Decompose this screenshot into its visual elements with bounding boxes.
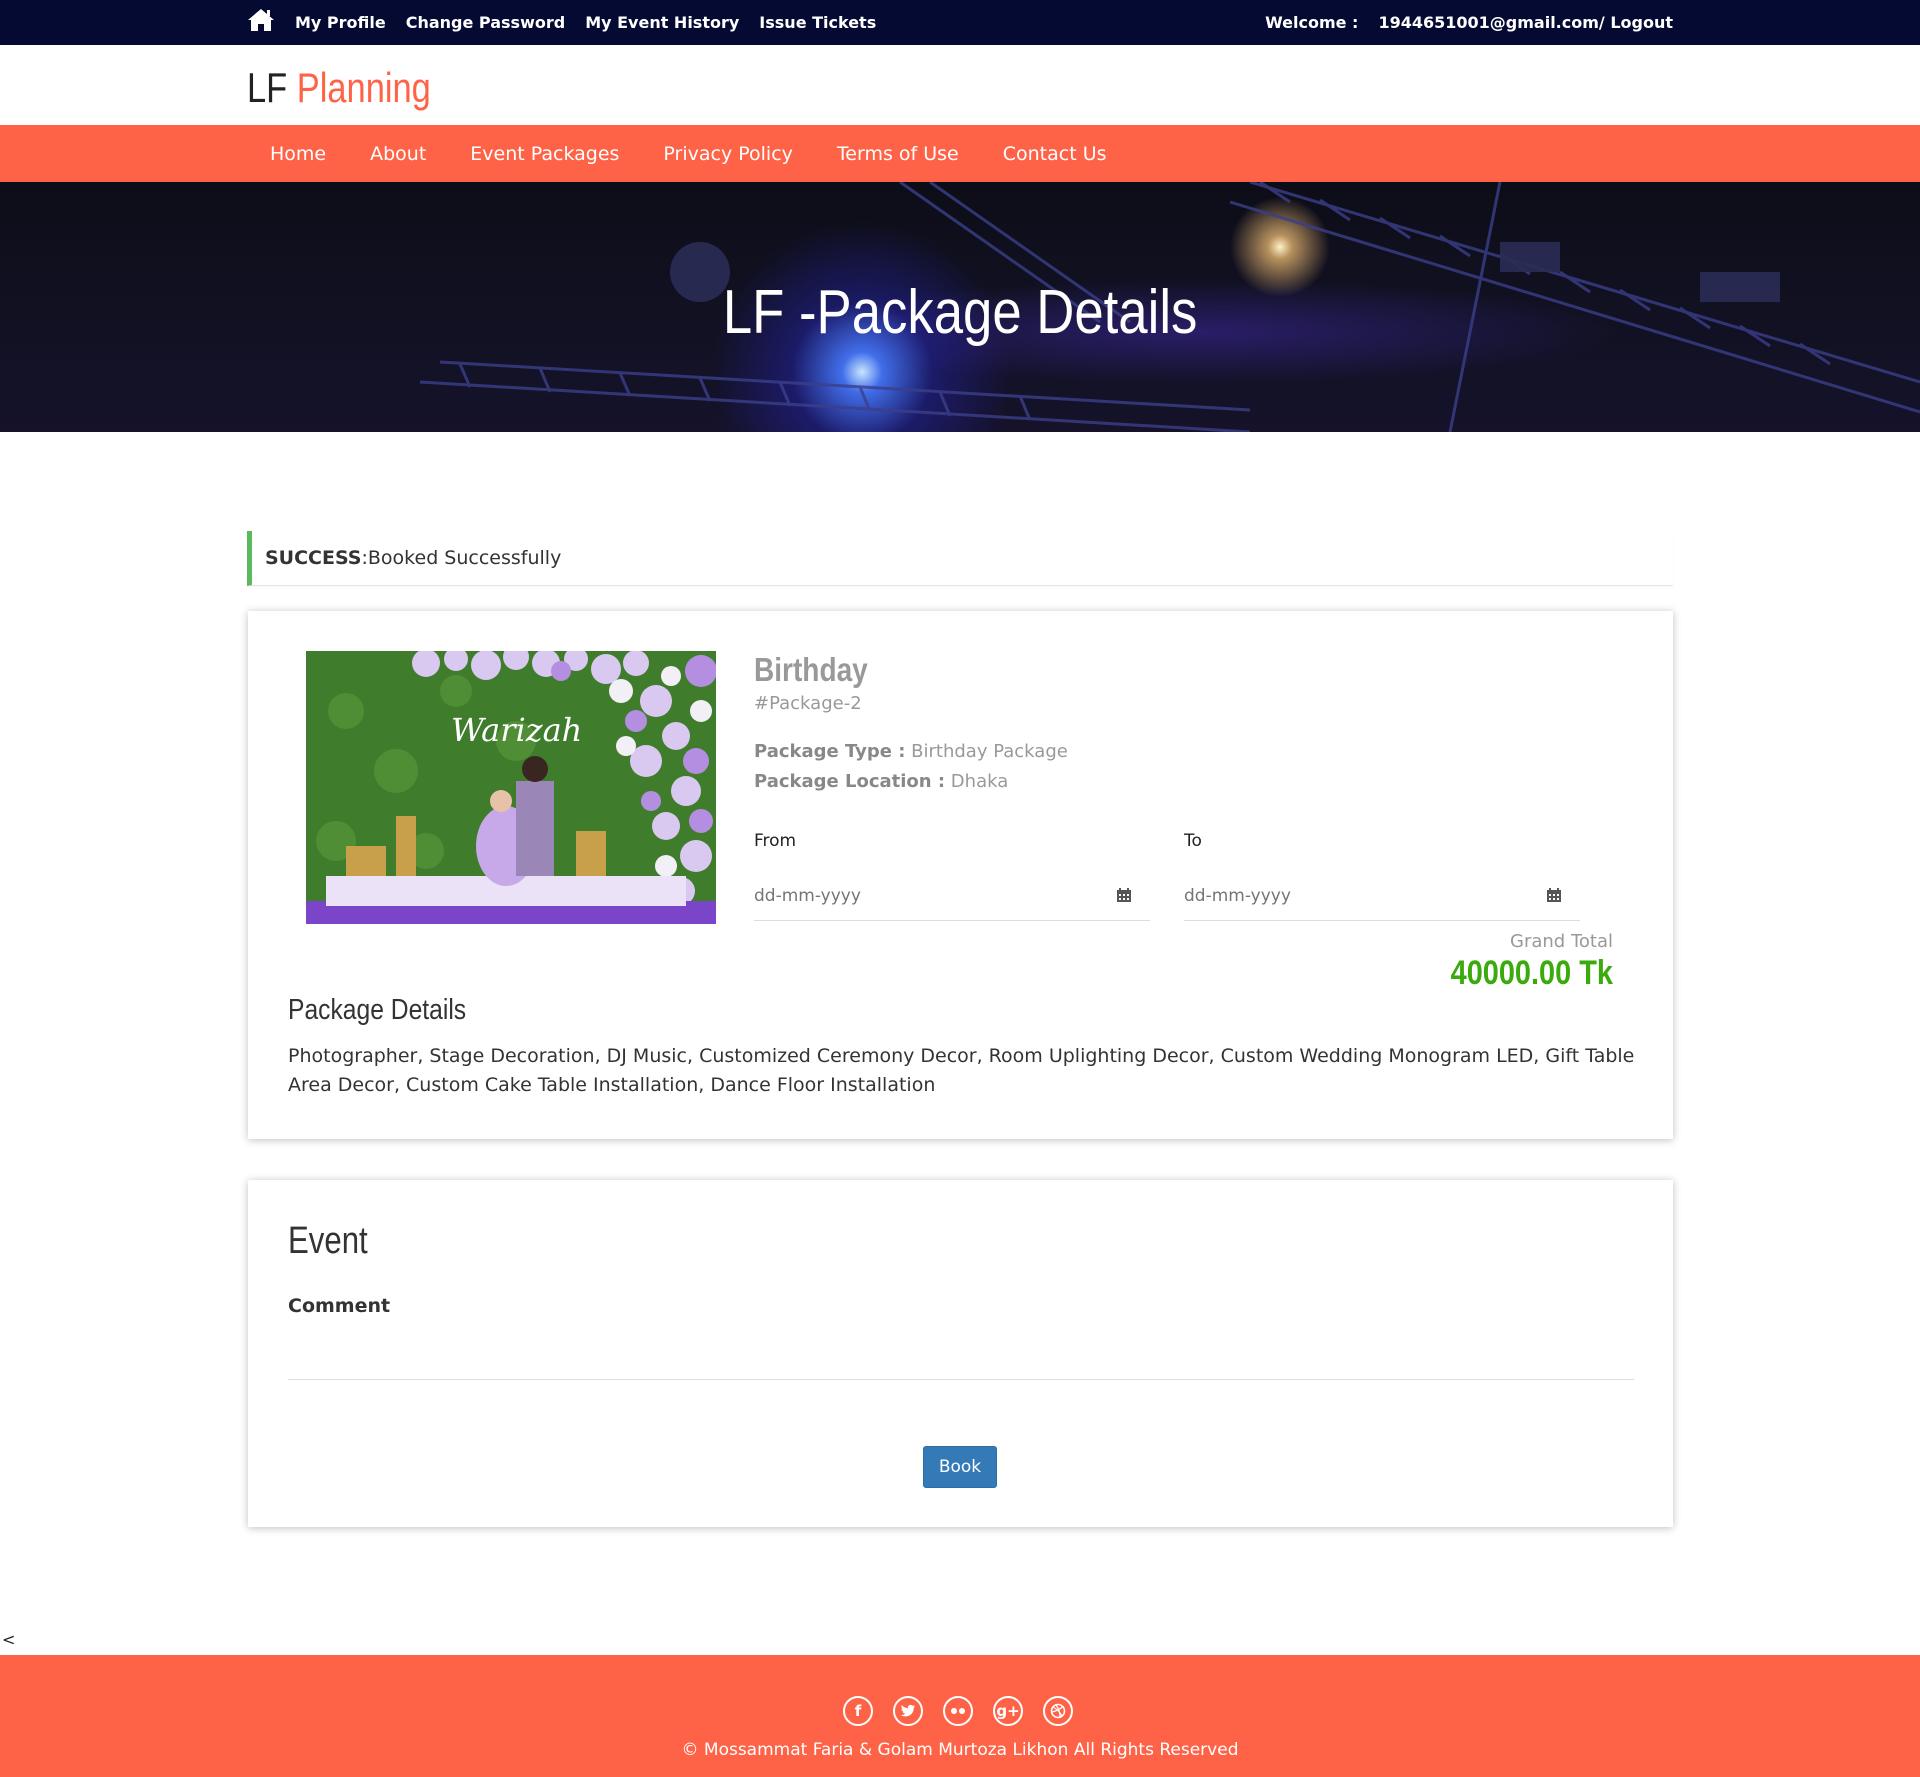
- user-email: 1944651001@gmail.com: [1378, 13, 1599, 32]
- package-location-value: Dhaka: [945, 771, 1009, 792]
- flickr-icon[interactable]: [943, 1696, 973, 1726]
- hero-banner: LF -Package Details: [0, 182, 1920, 432]
- grand-total-label: Grand Total: [1510, 931, 1613, 952]
- package-type-label: Package Type :: [754, 741, 906, 762]
- to-date-input[interactable]: [1184, 881, 1524, 911]
- package-card: Warizah Birthday #Package-2 Package Type…: [248, 611, 1673, 1139]
- footer: f g+ © Mossammat Faria & Golam Murtoza L…: [0, 1655, 1920, 1777]
- alert-message: :Booked Successfully: [361, 547, 562, 569]
- change-password-link[interactable]: Change Password: [406, 13, 565, 32]
- package-info: Birthday #Package-2 Package Type : Birth…: [754, 651, 1068, 797]
- nav-about[interactable]: About: [370, 143, 426, 165]
- from-date-input[interactable]: [754, 881, 1094, 911]
- success-alert: SUCCESS:Booked Successfully: [247, 531, 1673, 586]
- page-title: LF -Package Details: [722, 278, 1198, 347]
- my-event-history-link[interactable]: My Event History: [585, 13, 739, 32]
- package-type-value: Birthday Package: [905, 741, 1068, 762]
- account-nav: My Profile Change Password My Event Hist…: [295, 0, 896, 45]
- event-card: Event Comment Book: [248, 1180, 1673, 1527]
- calendar-icon[interactable]: [1546, 887, 1562, 903]
- main-nav: Home About Event Packages Privacy Policy…: [0, 125, 1920, 182]
- logo-part-lf: LF: [247, 64, 297, 111]
- top-bar: My Profile Change Password My Event Hist…: [0, 0, 1920, 45]
- facebook-icon[interactable]: f: [843, 1696, 873, 1726]
- comment-input[interactable]: [288, 1330, 1634, 1380]
- welcome-area: Welcome : 1944651001@gmail.com / Logout: [1265, 0, 1673, 45]
- nav-terms-of-use[interactable]: Terms of Use: [837, 143, 959, 165]
- package-meta: Package Type : Birthday Package Package …: [754, 737, 1068, 797]
- image-name-text: Warizah: [451, 711, 582, 749]
- from-label: From: [754, 831, 797, 851]
- calendar-icon[interactable]: [1116, 887, 1132, 903]
- google-plus-icon[interactable]: g+: [993, 1696, 1023, 1726]
- book-button[interactable]: Book: [923, 1446, 997, 1488]
- nav-contact-us[interactable]: Contact Us: [1003, 143, 1107, 165]
- from-date-field: From: [754, 831, 1150, 921]
- to-label: To: [1184, 831, 1202, 851]
- logo-part-planning: Planning: [296, 64, 431, 111]
- package-name: Birthday: [754, 651, 868, 688]
- social-links: f g+: [843, 1696, 1093, 1726]
- package-details-text: Photographer, Stage Decoration, DJ Music…: [288, 1045, 1635, 1096]
- grand-total: Grand Total 40000.00 Tk: [1422, 931, 1613, 993]
- package-details-heading: Package Details: [288, 994, 467, 1026]
- my-profile-link[interactable]: My Profile: [295, 13, 386, 32]
- copyright-text: © Mossammat Faria & Golam Murtoza Likhon…: [681, 1740, 1239, 1760]
- nav-home[interactable]: Home: [270, 143, 326, 165]
- alert-label: SUCCESS: [265, 547, 362, 569]
- package-location-label: Package Location :: [754, 771, 946, 792]
- home-icon[interactable]: [247, 7, 275, 33]
- nav-privacy-policy[interactable]: Privacy Policy: [663, 143, 792, 165]
- comment-label: Comment: [288, 1295, 391, 1317]
- nav-event-packages[interactable]: Event Packages: [470, 143, 619, 165]
- to-date-field: To: [1184, 831, 1580, 921]
- issue-tickets-link[interactable]: Issue Tickets: [759, 13, 876, 32]
- event-heading: Event: [288, 1220, 368, 1262]
- twitter-icon[interactable]: [893, 1696, 923, 1726]
- welcome-label: Welcome :: [1265, 13, 1359, 32]
- site-logo[interactable]: LF Planning: [247, 60, 431, 116]
- logout-link[interactable]: / Logout: [1599, 13, 1673, 32]
- package-image: Warizah: [306, 651, 716, 924]
- package-code: #Package-2: [754, 693, 862, 714]
- dribbble-icon[interactable]: [1043, 1696, 1073, 1726]
- grand-total-amount: 40000.00 Tk: [1450, 954, 1613, 992]
- stray-text: <: [2, 1630, 16, 1649]
